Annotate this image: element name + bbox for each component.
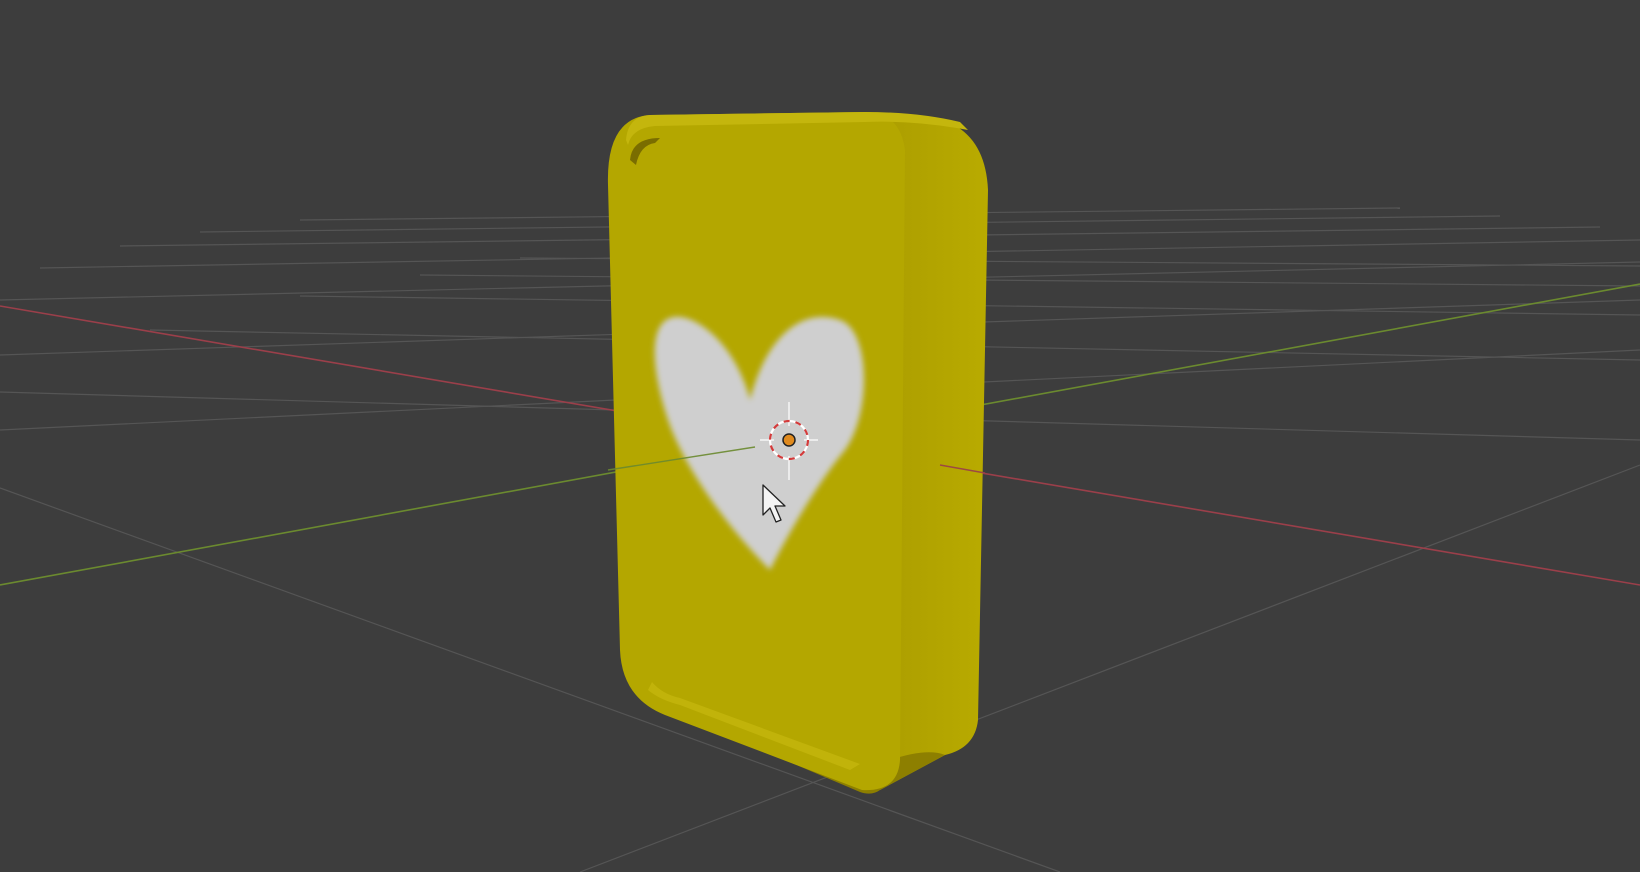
3d-viewport[interactable]	[0, 0, 1640, 872]
origin-point	[782, 433, 796, 447]
viewport-canvas[interactable]	[0, 0, 1640, 872]
